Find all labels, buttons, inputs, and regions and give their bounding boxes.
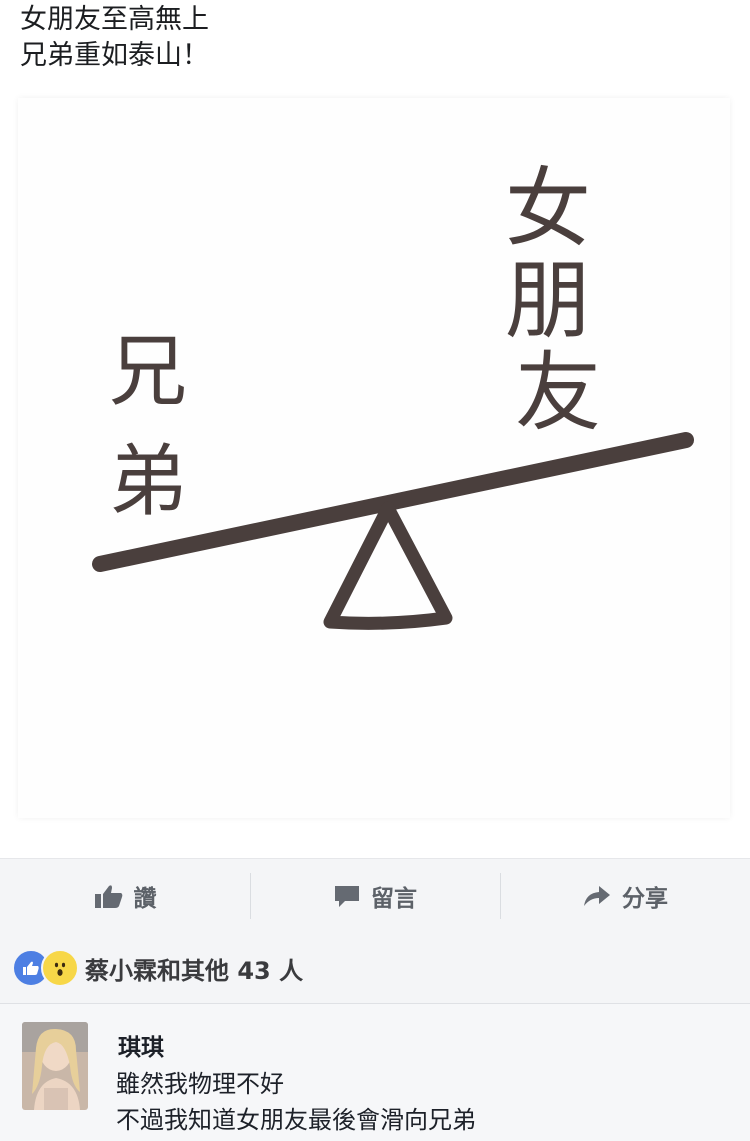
- action-bar: 讚 留言 分享: [0, 858, 750, 934]
- share-arrow-icon: [584, 886, 610, 906]
- share-label: 分享: [622, 886, 668, 912]
- seesaw-beam: [92, 432, 694, 572]
- label-girlfriend-1: 女: [505, 159, 591, 259]
- reactions-summary[interactable]: 蔡小霖和其他 43 人: [85, 951, 303, 986]
- wow-reaction-icon: [41, 949, 79, 987]
- share-button[interactable]: 分享: [500, 859, 750, 933]
- comment-button[interactable]: 留言: [250, 859, 500, 933]
- thumbs-up-icon: [94, 885, 122, 908]
- reaction-icons: [12, 949, 79, 987]
- post-image[interactable]: 兄 弟 女 朋 友: [18, 98, 730, 818]
- seesaw-fulcrum: [323, 501, 453, 630]
- comment-item: 琪琪 雖然我物理不好 不過我知道女朋友最後會滑向兄弟: [0, 1004, 750, 1141]
- label-brothers-2: 弟: [109, 437, 187, 527]
- speech-bubble-icon: [335, 886, 359, 907]
- like-label: 讚: [133, 886, 157, 912]
- like-button[interactable]: 讚: [0, 859, 250, 933]
- comment-author[interactable]: 琪琪: [118, 1028, 164, 1062]
- reactions-bar[interactable]: 蔡小霖和其他 43 人: [0, 933, 750, 1004]
- post-text-line-1: 女朋友至高無上: [20, 4, 209, 35]
- seesaw-drawing: 兄 弟 女 朋 友: [92, 159, 694, 630]
- label-girlfriend-3: 友: [515, 343, 601, 443]
- comment-text-line-2: 不過我知道女朋友最後會滑向兄弟: [116, 1106, 476, 1134]
- post-text-line-2: 兄弟重如泰山！: [20, 40, 209, 71]
- comment-label: 留言: [371, 886, 417, 912]
- label-brothers-1: 兄: [109, 327, 187, 417]
- label-girlfriend-2: 朋: [505, 251, 591, 351]
- post-text: 女朋友至高無上 兄弟重如泰山！: [20, 2, 209, 74]
- avatar[interactable]: [22, 1022, 88, 1110]
- comment-text-line-1: 雖然我物理不好: [116, 1070, 284, 1098]
